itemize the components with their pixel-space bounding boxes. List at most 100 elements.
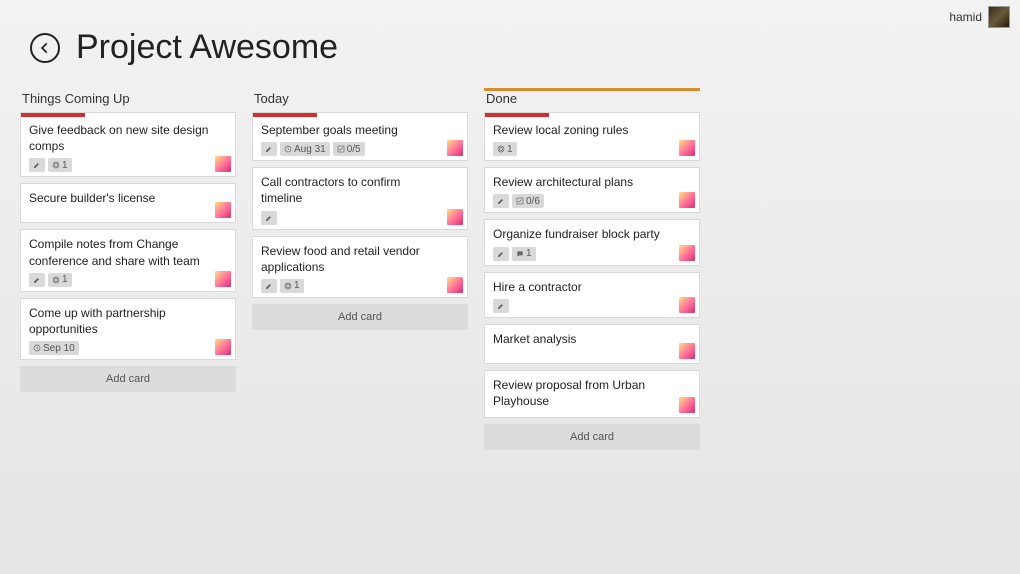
attachment-icon bbox=[284, 282, 292, 290]
description-badge bbox=[29, 158, 45, 172]
arrow-left-icon bbox=[38, 41, 52, 55]
card[interactable]: Call contractors to confirm timeline bbox=[252, 167, 468, 229]
pencil-icon bbox=[33, 161, 41, 169]
due-badge: Aug 31 bbox=[280, 142, 330, 156]
attachment-icon bbox=[52, 276, 60, 284]
attachment-badge: 1 bbox=[48, 273, 72, 287]
badges: 1 bbox=[29, 158, 227, 172]
attachment-icon bbox=[52, 161, 60, 169]
card[interactable]: Review local zoning rules 1 bbox=[484, 112, 700, 161]
pencil-icon bbox=[265, 145, 273, 153]
badges: Aug 310/5 bbox=[261, 142, 459, 156]
comment-icon bbox=[516, 250, 524, 258]
badges: 1 bbox=[493, 247, 691, 261]
description-badge bbox=[493, 194, 509, 208]
member-avatar[interactable] bbox=[215, 339, 231, 355]
card-title: Market analysis bbox=[493, 331, 691, 347]
card-title: Review local zoning rules bbox=[493, 122, 691, 138]
member-avatar[interactable] bbox=[215, 202, 231, 218]
checklist-icon bbox=[516, 197, 524, 205]
pencil-icon bbox=[497, 250, 505, 258]
description-badge bbox=[493, 247, 509, 261]
card-title: September goals meeting bbox=[261, 122, 459, 138]
card-title: Hire a contractor bbox=[493, 279, 691, 295]
attachment-badge: 1 bbox=[493, 142, 517, 156]
card-title: Give feedback on new site design comps bbox=[29, 122, 227, 154]
card[interactable]: Compile notes from Change conference and… bbox=[20, 229, 236, 291]
clock-icon bbox=[33, 344, 41, 352]
checklist-badge: 0/5 bbox=[333, 142, 365, 156]
list: Things Coming UpGive feedback on new sit… bbox=[20, 91, 236, 392]
board: Things Coming UpGive feedback on new sit… bbox=[0, 67, 1020, 450]
due-badge: Sep 10 bbox=[29, 341, 79, 355]
user-area[interactable]: hamid bbox=[949, 6, 1010, 28]
pencil-icon bbox=[265, 282, 273, 290]
card-title: Call contractors to confirm timeline bbox=[261, 174, 459, 206]
badges: 0/6 bbox=[493, 194, 691, 208]
attachment-badge: 1 bbox=[48, 158, 72, 172]
member-avatar[interactable] bbox=[447, 277, 463, 293]
card-title: Review food and retail vendor applicatio… bbox=[261, 243, 459, 275]
card[interactable]: Hire a contractor bbox=[484, 272, 700, 318]
list-stripe bbox=[484, 88, 700, 91]
member-avatar[interactable] bbox=[215, 271, 231, 287]
board-title: Project Awesome bbox=[76, 28, 338, 67]
back-button[interactable] bbox=[30, 33, 60, 63]
card[interactable]: Review architectural plans 0/6 bbox=[484, 167, 700, 213]
description-badge bbox=[261, 142, 277, 156]
card[interactable]: Review food and retail vendor applicatio… bbox=[252, 236, 468, 298]
card-title: Come up with partnership opportunities bbox=[29, 305, 227, 337]
member-avatar[interactable] bbox=[447, 209, 463, 225]
pencil-icon bbox=[265, 214, 273, 222]
pencil-icon bbox=[497, 197, 505, 205]
card-title: Review proposal from Urban Playhouse bbox=[493, 377, 691, 409]
card[interactable]: Secure builder's license bbox=[20, 183, 236, 223]
description-badge bbox=[261, 211, 277, 225]
add-card-button[interactable]: Add card bbox=[252, 304, 468, 330]
card-stripe bbox=[485, 113, 699, 117]
card-title: Compile notes from Change conference and… bbox=[29, 236, 227, 268]
comment-badge: 1 bbox=[512, 247, 536, 261]
add-card-button[interactable]: Add card bbox=[20, 366, 236, 392]
user-name: hamid bbox=[949, 10, 982, 24]
card[interactable]: Market analysis bbox=[484, 324, 700, 364]
description-badge bbox=[493, 299, 509, 313]
description-badge bbox=[261, 279, 277, 293]
clock-icon bbox=[284, 145, 292, 153]
card-title: Organize fundraiser block party bbox=[493, 226, 691, 242]
member-avatar[interactable] bbox=[679, 140, 695, 156]
member-avatar[interactable] bbox=[679, 192, 695, 208]
member-avatar[interactable] bbox=[215, 156, 231, 172]
badges: 1 bbox=[493, 142, 691, 156]
card-stripe bbox=[21, 113, 235, 117]
badges: Sep 10 bbox=[29, 341, 227, 355]
card-stripe bbox=[253, 113, 467, 117]
attachment-badge: 1 bbox=[280, 279, 304, 293]
list-title: Today bbox=[252, 91, 468, 112]
pencil-icon bbox=[497, 302, 505, 310]
member-avatar[interactable] bbox=[679, 397, 695, 413]
list-title: Done bbox=[484, 91, 700, 112]
card[interactable]: Review proposal from Urban Playhouse bbox=[484, 370, 700, 418]
user-avatar[interactable] bbox=[988, 6, 1010, 28]
member-avatar[interactable] bbox=[679, 343, 695, 359]
attachment-icon bbox=[497, 145, 505, 153]
card[interactable]: Organize fundraiser block party 1 bbox=[484, 219, 700, 265]
badges: 1 bbox=[261, 279, 459, 293]
card[interactable]: September goals meeting Aug 310/5 bbox=[252, 112, 468, 161]
description-badge bbox=[29, 273, 45, 287]
checklist-badge: 0/6 bbox=[512, 194, 544, 208]
add-card-button[interactable]: Add card bbox=[484, 424, 700, 450]
badges bbox=[261, 211, 459, 225]
pencil-icon bbox=[33, 276, 41, 284]
card[interactable]: Give feedback on new site design comps 1 bbox=[20, 112, 236, 177]
card-title: Secure builder's license bbox=[29, 190, 227, 206]
member-avatar[interactable] bbox=[679, 297, 695, 313]
card-title: Review architectural plans bbox=[493, 174, 691, 190]
list: Today September goals meeting Aug 310/5 Cal… bbox=[252, 91, 468, 330]
card[interactable]: Come up with partnership opportunities Se… bbox=[20, 298, 236, 360]
member-avatar[interactable] bbox=[679, 245, 695, 261]
checklist-icon bbox=[337, 145, 345, 153]
member-avatar[interactable] bbox=[447, 140, 463, 156]
list-title: Things Coming Up bbox=[20, 91, 236, 112]
